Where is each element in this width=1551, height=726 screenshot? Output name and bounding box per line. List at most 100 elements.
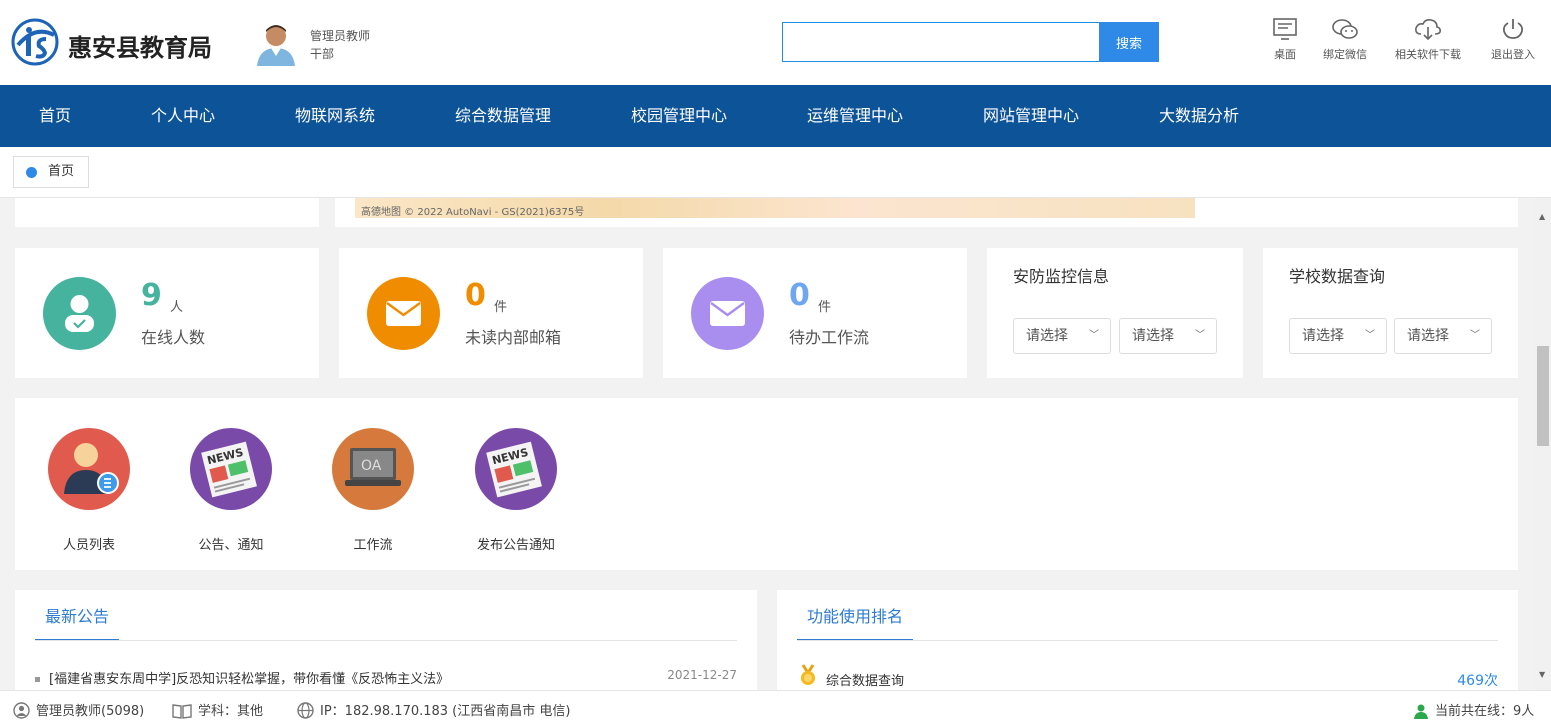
security-select-2[interactable]: 请选择 ﹀ [1119, 318, 1217, 354]
news-icon: NEWS [475, 428, 557, 510]
latest-notices-panel: 最新公告 [福建省惠安东周中学]反恐知识轻松掌握，带你看懂《反恐怖主义法》 20… [15, 590, 757, 690]
ranking-item-name: 综合数据查询 [826, 674, 905, 689]
search-input[interactable] [782, 22, 1100, 62]
ranking-item[interactable]: 综合数据查询 469次 [826, 670, 1498, 689]
globe-icon [297, 702, 314, 719]
avatar[interactable] [253, 20, 299, 66]
school-select-1-value: 请选择 [1302, 328, 1344, 344]
oa-laptop-icon: OA [332, 428, 414, 510]
divider [797, 640, 1498, 641]
unread-mail-label: 未读内部邮箱 [465, 328, 562, 347]
notice-item[interactable]: [福建省惠安东周中学]反恐知识轻松掌握，带你看懂《反恐怖主义法》 2021-12… [35, 668, 737, 687]
status-subject-text: 学科：其他 [198, 704, 264, 719]
school-data-card: 学校数据查询 请选择 ﹀ 请选择 ﹀ [1263, 248, 1518, 378]
power-icon [1502, 19, 1524, 39]
ranking-item-count: 469次 [1457, 673, 1498, 689]
security-select-1[interactable]: 请选择 ﹀ [1013, 318, 1111, 354]
school-select-2[interactable]: 请选择 ﹀ [1394, 318, 1492, 354]
cloud-download-icon [1415, 19, 1441, 40]
software-download-label: 相关软件下载 [1395, 48, 1461, 61]
status-ip: IP：182.98.170.183 (江西省南昌市 电信) [297, 700, 570, 719]
bind-wechat-label: 绑定微信 [1323, 48, 1367, 61]
tab-bar: 首页 [0, 147, 1551, 198]
security-monitor-title: 安防监控信息 [1013, 267, 1110, 286]
user-name: 管理员教师 [310, 29, 371, 43]
tab-home[interactable]: 首页 [13, 156, 89, 188]
book-icon [172, 704, 192, 719]
map-panel[interactable]: 高德地图 © 2022 AutoNavi - GS(2021)6375号 [335, 198, 1518, 227]
nav-item-data-management[interactable]: 综合数据管理 [455, 85, 551, 147]
unread-mail-unit: 件 [494, 300, 508, 315]
search-button[interactable]: 搜索 [1099, 22, 1159, 62]
status-user-text: 管理员教师(5098) [36, 704, 145, 719]
online-user-icon [1414, 704, 1428, 719]
app-publish-notice-label: 发布公告通知 [476, 538, 555, 553]
notice-date: 2021-12-27 [667, 668, 737, 682]
tab-function-ranking[interactable]: 功能使用排名 [797, 590, 914, 641]
person-list-icon [48, 428, 130, 510]
bind-wechat-button[interactable]: 绑定微信 [1323, 18, 1367, 62]
school-select-1[interactable]: 请选择 ﹀ [1289, 318, 1387, 354]
chevron-down-icon: ﹀ [1470, 330, 1480, 341]
scroll-down-icon[interactable]: ▼ [1539, 670, 1545, 679]
main-nav: 首页 个人中心 物联网系统 综合数据管理 校园管理中心 运维管理中心 网站管理中… [0, 85, 1551, 147]
nav-item-website-management[interactable]: 网站管理中心 [983, 85, 1079, 147]
pending-workflow-unit: 件 [818, 300, 832, 315]
page-scrollbar[interactable]: ▲ ▼ [1535, 198, 1551, 690]
online-users-icon [43, 277, 116, 350]
app-announcements-label: 公告、通知 [198, 538, 264, 553]
tab-latest-notices[interactable]: 最新公告 [35, 590, 120, 641]
status-user: 管理员教师(5098) [13, 700, 144, 719]
status-ip-text: IP：182.98.170.183 (江西省南昌市 电信) [320, 704, 571, 719]
app-person-list[interactable]: 人员列表 [34, 428, 144, 553]
app-shortcuts: 人员列表 NEWS 公告、通知 OA 工作流 NEWS 发布公告通知 [15, 398, 1518, 570]
nav-item-home[interactable]: 首页 [39, 85, 71, 147]
pending-workflow-count: 0 [789, 278, 810, 313]
mail-icon [710, 301, 745, 326]
site-title: 惠安县教育局 [68, 34, 212, 62]
nav-item-campus-management[interactable]: 校园管理中心 [631, 85, 727, 147]
software-download-button[interactable]: 相关软件下载 [1395, 18, 1461, 62]
app-publish-notice[interactable]: NEWS 发布公告通知 [461, 428, 571, 553]
nav-item-iot-system[interactable]: 物联网系统 [295, 85, 375, 147]
news-icon: NEWS [190, 428, 272, 510]
desktop-button[interactable]: 桌面 [1272, 18, 1298, 62]
logo-icon [11, 18, 59, 66]
app-person-list-label: 人员列表 [62, 538, 115, 553]
map-credit: 高德地图 © 2022 AutoNavi - GS(2021)6375号 [361, 207, 585, 218]
nav-item-ops-management[interactable]: 运维管理中心 [807, 85, 903, 147]
scroll-up-icon[interactable]: ▲ [1539, 212, 1545, 221]
online-users-card[interactable]: 9 人 在线人数 [15, 248, 319, 378]
nav-item-big-data[interactable]: 大数据分析 [1159, 85, 1239, 147]
desktop-icon [1273, 18, 1297, 40]
logout-button[interactable]: 退出登入 [1491, 18, 1535, 62]
status-subject: 学科：其他 [172, 700, 263, 719]
gold-medal-icon [801, 664, 815, 685]
pending-workflow-label: 待办工作流 [789, 328, 870, 347]
nav-item-personal-center[interactable]: 个人中心 [151, 85, 215, 147]
chevron-down-icon: ﹀ [1089, 330, 1099, 341]
app-announcements[interactable]: NEWS 公告、通知 [176, 428, 286, 553]
divider [35, 640, 737, 641]
pending-workflow-card[interactable]: 0 件 待办工作流 [663, 248, 967, 378]
security-select-2-value: 请选择 [1132, 328, 1174, 344]
status-bar: 管理员教师(5098) 学科：其他 IP：182.98.170.183 (江西省… [0, 690, 1551, 726]
security-monitor-card: 安防监控信息 请选择 ﹀ 请选择 ﹀ [987, 248, 1243, 378]
security-select-1-value: 请选择 [1026, 328, 1068, 344]
pending-workflow-icon [691, 277, 764, 350]
status-online-text: 当前共在线：9人 [1435, 704, 1535, 719]
app-workflow[interactable]: OA 工作流 [318, 428, 428, 553]
notice-title[interactable]: [福建省惠安东周中学]反恐知识轻松掌握，带你看懂《反恐怖主义法》 [49, 672, 449, 687]
status-online: 当前共在线：9人 [1413, 700, 1534, 719]
logout-label: 退出登入 [1491, 48, 1535, 61]
user-circle-icon [13, 702, 30, 719]
unread-mail-count: 0 [465, 278, 486, 313]
scroll-thumb[interactable] [1537, 346, 1549, 446]
app-workflow-label: 工作流 [353, 538, 393, 553]
chevron-down-icon: ﹀ [1195, 330, 1205, 341]
unread-mail-card[interactable]: 0 件 未读内部邮箱 [339, 248, 643, 378]
online-users-label: 在线人数 [141, 328, 206, 347]
wechat-icon [1332, 19, 1358, 39]
school-select-2-value: 请选择 [1407, 328, 1449, 344]
user-role: 干部 [310, 47, 335, 61]
